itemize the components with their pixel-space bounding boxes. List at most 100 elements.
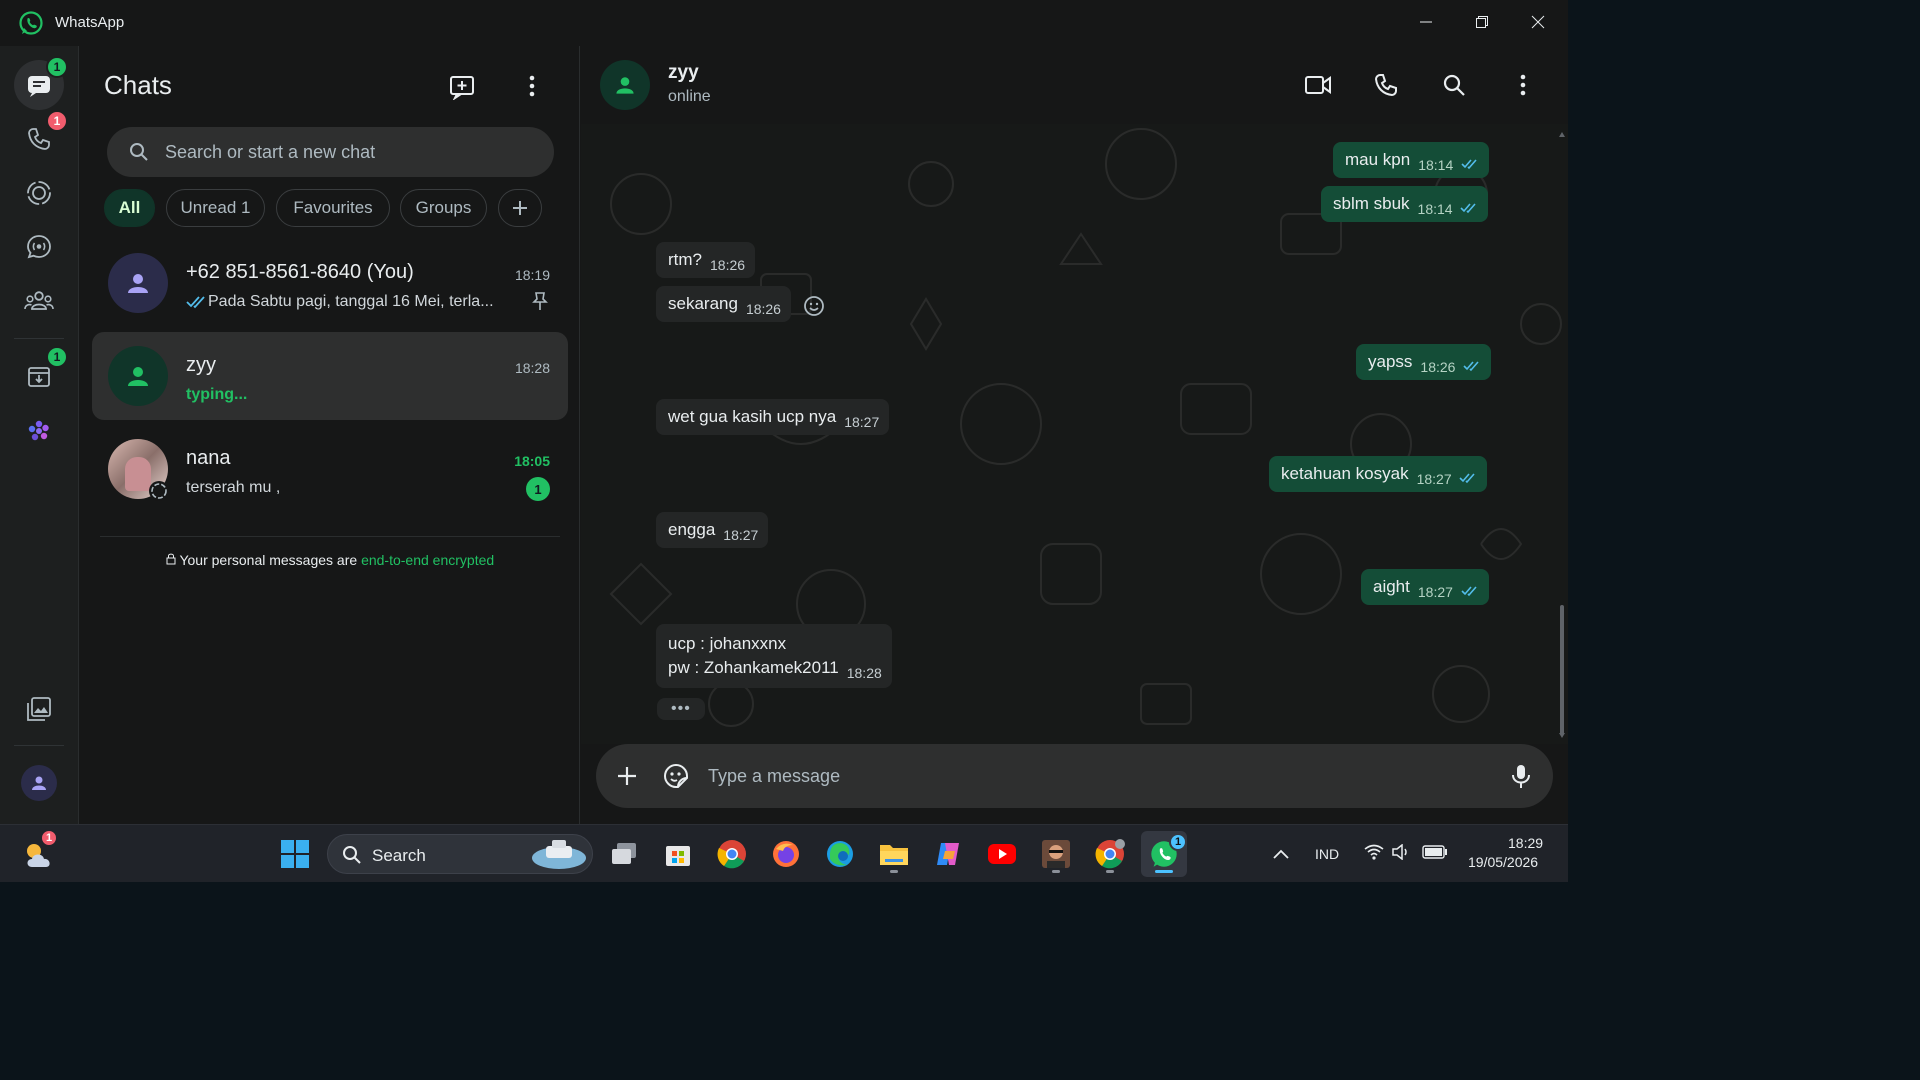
message-time: 18:26 (710, 257, 746, 273)
folder-icon (880, 845, 908, 865)
search-highlight-image (532, 840, 586, 869)
taskbar-weather[interactable]: 1 (16, 829, 62, 877)
contact-name: zyy (668, 62, 699, 83)
taskbar-edge[interactable] (817, 831, 863, 877)
chat-row-nana[interactable]: nana 18:05 terserah mu , 1 (92, 425, 568, 513)
more-vertical-icon (1520, 74, 1526, 96)
message-outgoing[interactable]: ketahuan kosyak 18:27 (1269, 456, 1488, 492)
wifi-icon[interactable] (1364, 844, 1384, 860)
message-incoming[interactable]: wet gua kasih ucp nya 18:27 (656, 399, 890, 435)
message-area[interactable]: mau kpn 18:14 sblm sbuk 18:14 rtm? 18:26 se… (581, 124, 1568, 744)
chat-row-self[interactable]: +62 851-8561-8640 (You) 18:19 Pada Sabtu… (92, 239, 568, 327)
clock-time[interactable]: 18:29 (1508, 835, 1543, 851)
taskbar-store[interactable] (655, 831, 701, 877)
conversation-header[interactable]: zyy online (581, 46, 1568, 124)
sticker-button[interactable] (656, 756, 696, 796)
filter-favourites[interactable]: Favourites (276, 189, 390, 227)
video-call-button[interactable] (1298, 65, 1338, 105)
react-emoji-icon[interactable] (803, 295, 825, 317)
filter-groups[interactable]: Groups (400, 189, 487, 227)
conversation-menu-button[interactable] (1503, 65, 1543, 105)
message-incoming[interactable]: sekarang 18:26 (656, 286, 791, 322)
message-outgoing[interactable]: aight 18:27 (1361, 569, 1489, 605)
search-box[interactable] (107, 127, 554, 177)
rail-chats[interactable]: 1 (14, 56, 68, 110)
chat-preview: Pada Sabtu pagi, tanggal 16 Mei, terla..… (208, 293, 494, 310)
clock-date[interactable]: 19/05/2026 (1468, 854, 1538, 870)
rail-archived[interactable]: 1 (14, 346, 68, 402)
taskbar-app-photo[interactable] (1033, 831, 1079, 877)
archive-icon (28, 367, 50, 387)
taskbar-search[interactable]: Search (327, 834, 593, 874)
rail-divider-bottom (14, 745, 64, 746)
taskbar-whatsapp[interactable]: 1 (1141, 831, 1187, 877)
taskbar-chrome-profile[interactable] (1087, 831, 1133, 877)
rail-meta-ai[interactable] (14, 406, 64, 456)
windows-logo-icon (281, 840, 309, 868)
filter-unread[interactable]: Unread 1 (166, 189, 265, 227)
message-input[interactable] (708, 744, 1488, 808)
minimize-button[interactable] (1398, 0, 1454, 44)
chats-title: Chats (104, 70, 172, 100)
pin-icon (532, 292, 548, 310)
taskbar-copilot[interactable] (925, 831, 971, 877)
encryption-link[interactable]: end-to-end encrypted (361, 552, 494, 568)
typing-indicator-text: typing... (186, 386, 248, 403)
plus-icon (513, 201, 527, 215)
edge-icon (827, 841, 853, 867)
rail-calls[interactable]: 1 (14, 110, 68, 164)
microsoft-store-icon (666, 846, 690, 866)
chat-time: 18:19 (514, 267, 550, 283)
message-text: engga (668, 520, 716, 539)
message-incoming[interactable]: ucp : johanxxnx pw : Zohankamek2011 18:28 (656, 624, 892, 688)
start-button[interactable] (272, 831, 318, 877)
message-text: ketahuan kosyak (1281, 464, 1409, 483)
contact-avatar[interactable] (600, 60, 650, 110)
search-input[interactable] (165, 127, 535, 177)
list-divider (100, 536, 560, 537)
rail-communities[interactable] (14, 276, 64, 326)
volume-icon[interactable] (1392, 844, 1410, 860)
message-incoming[interactable]: rtm? 18:26 (656, 242, 756, 278)
taskbar-file-explorer[interactable] (871, 831, 917, 877)
message-outgoing[interactable]: yapss 18:26 (1356, 344, 1492, 380)
show-hidden-icons-button[interactable] (1258, 831, 1304, 877)
double-tick-icon (1461, 585, 1477, 596)
rail-status[interactable] (14, 168, 64, 218)
restore-button[interactable] (1454, 0, 1510, 44)
taskbar-youtube[interactable] (979, 831, 1025, 877)
filter-all[interactable]: All (104, 189, 155, 227)
battery-icon[interactable] (1422, 845, 1448, 859)
scrollbar[interactable] (1558, 130, 1566, 740)
search-icon (1443, 74, 1465, 96)
attach-button[interactable] (607, 756, 647, 796)
rail-profile[interactable] (14, 758, 64, 808)
taskbar-chrome[interactable] (709, 831, 755, 877)
voice-call-button[interactable] (1366, 65, 1406, 105)
rail-media[interactable] (14, 684, 64, 734)
whatsapp-logo-icon (19, 11, 43, 35)
sticker-icon (663, 763, 688, 788)
taskbar-firefox[interactable] (763, 831, 809, 877)
message-time: 18:27 (723, 527, 759, 543)
input-language[interactable]: IND (1315, 846, 1339, 862)
restore-icon (1476, 16, 1488, 28)
chat-row-zyy[interactable]: zyy 18:28 typing... (92, 332, 568, 420)
new-chat-button[interactable] (442, 66, 482, 106)
task-view-button[interactable] (601, 831, 647, 877)
voice-message-button[interactable] (1501, 756, 1541, 796)
close-icon (1531, 15, 1545, 29)
window-title: WhatsApp (55, 14, 125, 31)
message-outgoing[interactable]: sblm sbuk 18:14 (1321, 186, 1489, 222)
message-incoming[interactable]: engga 18:27 (656, 512, 769, 548)
close-button[interactable] (1510, 0, 1566, 44)
add-filter-button[interactable] (498, 189, 542, 227)
rail-channels[interactable] (14, 222, 64, 272)
whatsapp-window: WhatsApp 1 1 1 Chats Search or start a n… (0, 0, 1568, 824)
search-in-chat-button[interactable] (1434, 65, 1474, 105)
message-outgoing[interactable]: mau kpn 18:14 (1333, 142, 1489, 178)
contact-status: online (668, 88, 711, 105)
taskbar: 1 Search 1 IND 18:29 19/05/2026 (0, 824, 1568, 882)
chat-list-menu-button[interactable] (512, 66, 552, 106)
message-text: rtm? (668, 250, 702, 269)
